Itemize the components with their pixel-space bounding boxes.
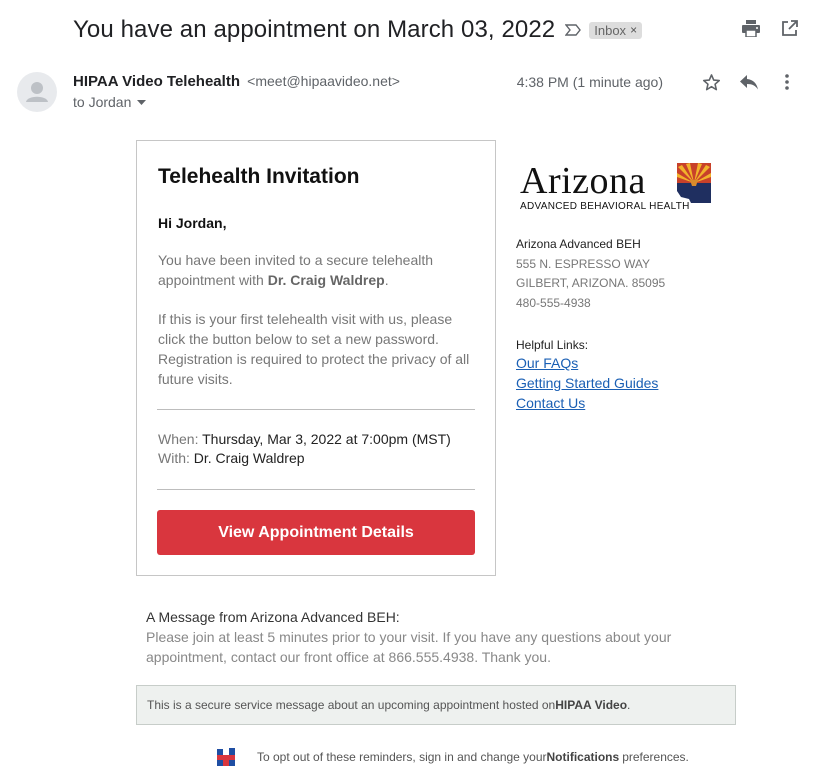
message-timestamp: 4:38 PM (1 minute ago) xyxy=(516,74,663,90)
contact-us-link[interactable]: Contact Us xyxy=(516,395,585,411)
sender-name[interactable]: HIPAA Video Telehealth xyxy=(73,73,240,90)
hipaa-video-logo-icon xyxy=(217,748,235,766)
clinic-message-body: Please join at least 5 minutes prior to … xyxy=(146,629,672,665)
clinic-logo: Arizona ADVANCED BEHAVIORAL HEALTH xyxy=(516,160,716,214)
clinic-message: A Message from Arizona Advanced BEH: Ple… xyxy=(146,607,706,667)
footer-suffix: preferences. xyxy=(622,750,689,764)
email-subject-row: You have an appointment on March 03, 202… xyxy=(73,14,643,46)
star-icon[interactable] xyxy=(701,72,721,92)
recipients-text: to Jordan xyxy=(73,94,132,110)
notice-text: This is a secure service message about a… xyxy=(147,698,556,712)
divider xyxy=(157,409,475,410)
card-title: Telehealth Invitation xyxy=(158,165,360,188)
divider xyxy=(157,489,475,490)
subject-actions xyxy=(741,18,799,38)
open-in-new-window-icon[interactable] xyxy=(779,18,799,38)
faq-link[interactable]: Our FAQs xyxy=(516,355,578,371)
clinic-name: Arizona Advanced BEH xyxy=(516,237,641,251)
clinic-phone: 480-555-4938 xyxy=(516,296,591,310)
greeting: Hi Jordan, xyxy=(158,215,227,231)
arizona-flag-icon xyxy=(677,163,711,203)
recipients-toggle[interactable]: to Jordan xyxy=(73,94,400,110)
email-subject: You have an appointment on March 03, 202… xyxy=(73,16,556,43)
invitation-period: . xyxy=(384,272,389,288)
getting-started-link[interactable]: Getting Started Guides xyxy=(516,375,658,391)
message-actions: 4:38 PM (1 minute ago) xyxy=(517,72,797,92)
more-vert-icon[interactable] xyxy=(777,72,797,92)
important-marker-icon[interactable] xyxy=(565,23,583,37)
notice-period: . xyxy=(627,698,631,712)
remove-label-icon[interactable]: × xyxy=(630,23,637,37)
clinic-message-heading: A Message from Arizona Advanced BEH: xyxy=(146,609,400,625)
sender-line: HIPAA Video Telehealth <meet@hipaavideo.… xyxy=(73,72,400,91)
helpful-links-heading: Helpful Links: xyxy=(516,338,589,352)
invitation-paragraph: You have been invited to a secure telehe… xyxy=(158,250,478,290)
sender-avatar xyxy=(17,72,57,112)
clinic-address-line2: GILBERT, ARIZONA. 85095 xyxy=(516,276,666,290)
registration-paragraph: If this is your first telehealth visit w… xyxy=(158,311,470,387)
person-avatar-icon xyxy=(26,82,48,102)
doctor-name: Dr. Craig Waldrep xyxy=(267,272,385,288)
with-row: With: Dr. Craig Waldrep xyxy=(158,449,305,468)
chevron-down-icon xyxy=(137,99,147,105)
inbox-label-text: Inbox xyxy=(594,22,627,38)
reply-icon[interactable] xyxy=(739,72,759,92)
notice-brand: HIPAA Video xyxy=(555,698,628,712)
inbox-label-chip[interactable]: Inbox × xyxy=(589,21,643,39)
notifications-link[interactable]: Notifications xyxy=(547,750,620,764)
invitation-card: Telehealth Invitation Hi Jordan, You hav… xyxy=(136,140,496,576)
footer-text: To opt out of these reminders, sign in a… xyxy=(257,750,547,764)
clinic-address-line1: 555 N. ESPRESSO WAY xyxy=(516,257,651,271)
when-row: When: Thursday, Mar 3, 2022 at 7:00pm (M… xyxy=(158,430,451,449)
logo-subtitle: ADVANCED BEHAVIORAL HEALTH xyxy=(520,201,690,212)
sender-block: HIPAA Video Telehealth <meet@hipaavideo.… xyxy=(73,72,400,110)
with-label: With: xyxy=(158,450,194,466)
secure-notice: This is a secure service message about a… xyxy=(136,685,736,725)
sender-email: <meet@hipaavideo.net> xyxy=(247,73,400,89)
when-value: Thursday, Mar 3, 2022 at 7:00pm (MST) xyxy=(202,431,451,447)
view-appointment-button[interactable]: View Appointment Details xyxy=(157,510,475,555)
clinic-sidebar: Arizona ADVANCED BEHAVIORAL HEALTH Arizo… xyxy=(516,160,776,411)
opt-out-footer: To opt out of these reminders, sign in a… xyxy=(215,746,689,768)
when-label: When: xyxy=(158,431,203,447)
print-icon[interactable] xyxy=(741,18,761,38)
with-value: Dr. Craig Waldrep xyxy=(193,450,305,466)
logo-wordmark: Arizona xyxy=(520,160,646,202)
